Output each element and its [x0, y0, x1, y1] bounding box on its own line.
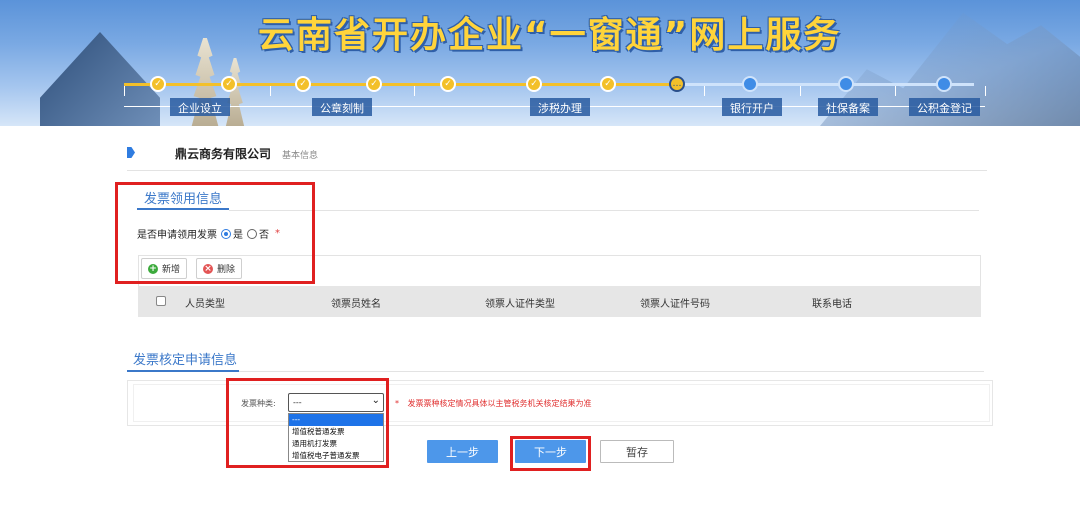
highlight-box — [115, 182, 315, 284]
step-pending-icon — [936, 76, 952, 92]
stage-tick — [270, 86, 271, 96]
step-current-ellipsis-icon: … — [669, 76, 685, 92]
step-done-check-icon: ✓ — [440, 76, 456, 92]
stage-tick — [704, 86, 705, 96]
banner-building-illustration — [40, 32, 160, 126]
prev-step-button[interactable]: 上一步 — [427, 440, 498, 463]
step-done-check-icon: ✓ — [150, 76, 166, 92]
stage-tick — [895, 86, 896, 96]
stage-housing-fund: 公积金登记 — [909, 98, 980, 116]
highlight-box — [510, 436, 591, 471]
stage-tax-handling: 涉税办理 — [530, 98, 590, 116]
stage-tick — [985, 86, 986, 96]
step-done-check-icon: ✓ — [366, 76, 382, 92]
required-asterisk: * — [395, 399, 399, 408]
section-marker-icon — [127, 147, 135, 158]
stage-tick — [124, 86, 125, 96]
stage-bank-account: 银行开户 — [722, 98, 782, 116]
step-done-check-icon: ✓ — [295, 76, 311, 92]
step-pending-icon — [838, 76, 854, 92]
select-all-checkbox[interactable] — [156, 296, 166, 306]
stage-tick — [414, 86, 415, 96]
active-tab-underline — [127, 370, 239, 372]
step-done-check-icon: ✓ — [221, 76, 237, 92]
step-pending-icon — [742, 76, 758, 92]
column-header: 领票员姓名 — [331, 299, 381, 310]
table-header-row: 人员类型 领票员姓名 领票人证件类型 领票人证件号码 联系电话 — [138, 286, 981, 317]
stage-tick — [800, 86, 801, 96]
divider — [239, 371, 984, 372]
stage-social-security: 社保备案 — [818, 98, 878, 116]
divider — [127, 170, 987, 171]
highlight-box — [226, 378, 389, 468]
step-done-check-icon: ✓ — [600, 76, 616, 92]
page-root: 云南省开办企业“一窗通”网上服务 ✓ ✓ ✓ ✓ ✓ ✓ ✓ … 企业设立 公章… — [0, 0, 1080, 512]
stage-seal-engraving: 公章刻制 — [312, 98, 372, 116]
invoice-check-section-title[interactable]: 发票核定申请信息 — [133, 349, 237, 368]
column-header: 联系电话 — [812, 299, 852, 310]
progress-line-todo — [684, 83, 974, 86]
note-text: 发票票种核定情况具体以主管税务机关核定结果为准 — [407, 399, 592, 408]
invoice-type-note: * 发票票种核定情况具体以主管税务机关核定结果为准 — [395, 398, 592, 409]
header-banner: 云南省开办企业“一窗通”网上服务 ✓ ✓ ✓ ✓ ✓ ✓ ✓ … 企业设立 公章… — [0, 0, 1080, 126]
save-draft-button[interactable]: 暂存 — [600, 440, 674, 463]
step-done-check-icon: ✓ — [526, 76, 542, 92]
column-header: 领票人证件类型 — [485, 299, 555, 310]
tab-basic-info[interactable]: 基本信息 — [282, 148, 318, 161]
column-header: 领票人证件号码 — [640, 299, 710, 310]
column-header: 人员类型 — [185, 299, 225, 310]
banner-title: 云南省开办企业“一窗通”网上服务 — [258, 15, 842, 56]
stage-company-setup: 企业设立 — [170, 98, 230, 116]
divider — [229, 210, 979, 211]
company-name: 鼎云商务有限公司 — [175, 147, 272, 161]
